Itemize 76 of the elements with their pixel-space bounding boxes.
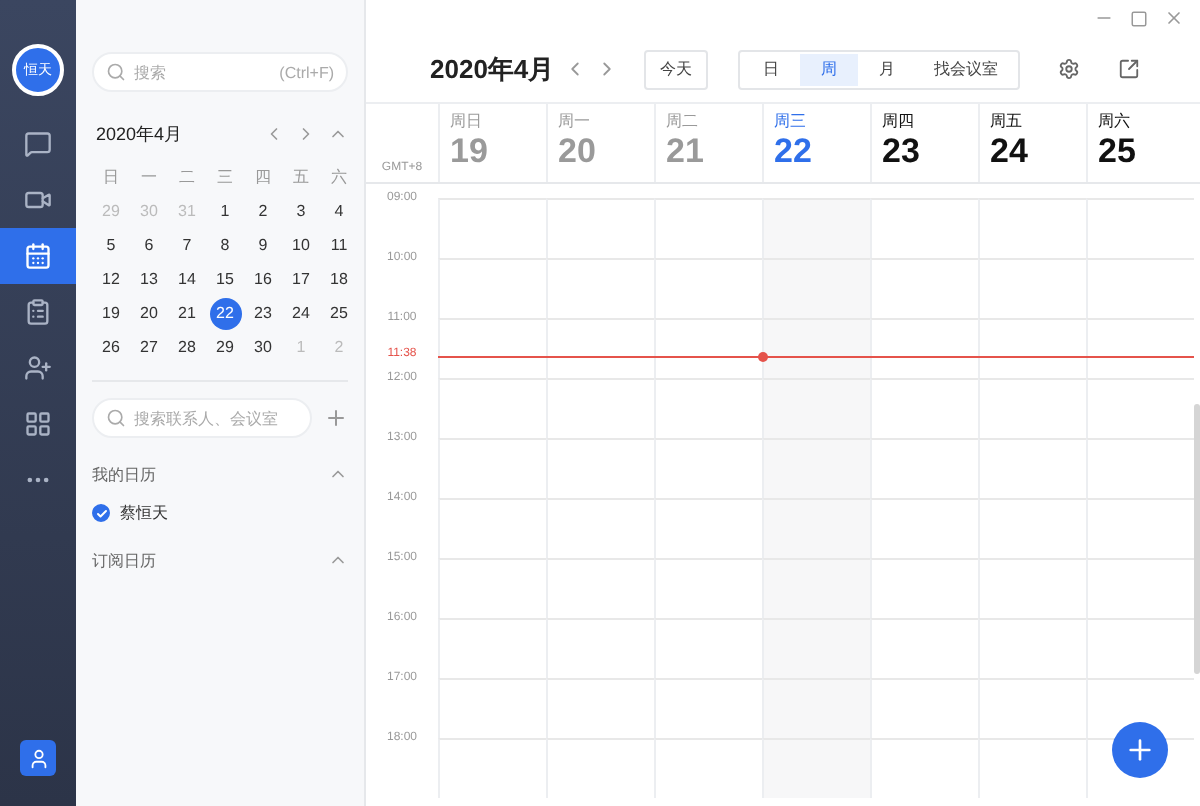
calendar-day[interactable]: 19 [95, 297, 127, 329]
pop-out-icon[interactable] [1118, 58, 1141, 80]
profile-button[interactable] [20, 740, 56, 776]
calendar-day[interactable]: 14 [171, 263, 203, 295]
calendar-day[interactable]: 18 [323, 263, 355, 295]
calendar-day[interactable]: 7 [171, 229, 203, 261]
time-slot[interactable] [978, 318, 1086, 378]
calendar-day[interactable]: 13 [133, 263, 165, 295]
time-slot[interactable] [762, 318, 870, 378]
close-icon[interactable] [1164, 8, 1184, 28]
clipboard-icon [24, 298, 52, 326]
calendar-day[interactable]: 28 [171, 331, 203, 363]
calendar-day[interactable]: 8 [209, 229, 241, 261]
time-slot[interactable] [870, 318, 978, 378]
time-slot[interactable] [438, 318, 546, 378]
scrollbar[interactable] [1194, 404, 1200, 674]
search-icon [106, 62, 126, 82]
time-slot[interactable] [1086, 678, 1194, 738]
weekday-label: 二 [179, 166, 195, 190]
video-icon [24, 186, 52, 214]
apps-grid-icon [24, 410, 52, 438]
section-title: 我的日历 [92, 463, 156, 485]
calendar-day[interactable]: 29 [209, 331, 241, 363]
weekday-label: 六 [331, 166, 347, 190]
person-icon [27, 747, 49, 769]
calendar-day[interactable]: 11 [323, 229, 355, 261]
time-slot[interactable] [546, 318, 654, 378]
calendar-day[interactable]: 12 [95, 263, 127, 295]
add-icon[interactable] [324, 406, 348, 430]
month-title: 2020年4月 [430, 51, 555, 87]
weekday-label: 三 [217, 166, 233, 190]
time-slot[interactable] [654, 318, 762, 378]
search-icon [106, 408, 126, 428]
calendar-day[interactable]: 10 [285, 229, 317, 261]
calendar-day[interactable]: 9 [247, 229, 279, 261]
calendar-day[interactable]: 23 [247, 297, 279, 329]
weekday-label: 一 [141, 166, 157, 190]
day-header[interactable]: 周六 25 [1086, 104, 1194, 182]
calendar-day[interactable]: 27 [133, 331, 165, 363]
weekday-label: 日 [103, 166, 119, 190]
time-slot[interactable] [1086, 318, 1194, 378]
calendar-day[interactable]: 1 [209, 195, 241, 227]
maximize-icon[interactable] [1130, 9, 1148, 27]
calendar-day[interactable]: 2 [247, 195, 279, 227]
add-contact-icon [24, 354, 52, 382]
day-header[interactable]: 周五 24 [978, 104, 1086, 182]
shortcut-hint: (Ctrl+F) [279, 63, 334, 81]
calendar-day[interactable]: 21 [171, 297, 203, 329]
section-title: 订阅日历 [92, 549, 156, 571]
calendar-day[interactable]: 5 [95, 229, 127, 261]
calendar-day[interactable]: 3 [285, 195, 317, 227]
calendar-checkbox[interactable] [92, 504, 110, 522]
calendar-day[interactable]: 4 [323, 195, 355, 227]
month-title: 2020年4月 [94, 121, 185, 147]
day-header[interactable]: 周三 22 [762, 104, 870, 182]
day-header[interactable]: 周四 23 [870, 104, 978, 182]
weekday-label: 五 [293, 166, 309, 190]
chat-icon [24, 130, 52, 158]
rail-nav-button[interactable] [0, 228, 76, 284]
settings-icon[interactable] [1058, 58, 1081, 80]
today-button[interactable]: 今天 [644, 49, 709, 89]
calendar-day[interactable]: 25 [323, 297, 355, 329]
calendar-day[interactable]: 30 [247, 331, 279, 363]
calendar-day[interactable]: 17 [285, 263, 317, 295]
calendar-day[interactable]: 16 [247, 263, 279, 295]
calendar-day[interactable]: 26 [95, 331, 127, 363]
weekday-label: 四 [255, 166, 271, 190]
calendar-day[interactable]: 22 [209, 297, 241, 329]
calendar-icon [24, 242, 52, 270]
calendar-name: 蔡恒天 [120, 502, 168, 524]
calendar-day[interactable]: 24 [285, 297, 317, 329]
plus-icon [1124, 734, 1156, 766]
calendar-day[interactable]: 15 [209, 263, 241, 295]
view-tab[interactable]: 周 [800, 53, 859, 85]
calendar-day[interactable]: 6 [133, 229, 165, 261]
calendar-day[interactable]: 20 [133, 297, 165, 329]
